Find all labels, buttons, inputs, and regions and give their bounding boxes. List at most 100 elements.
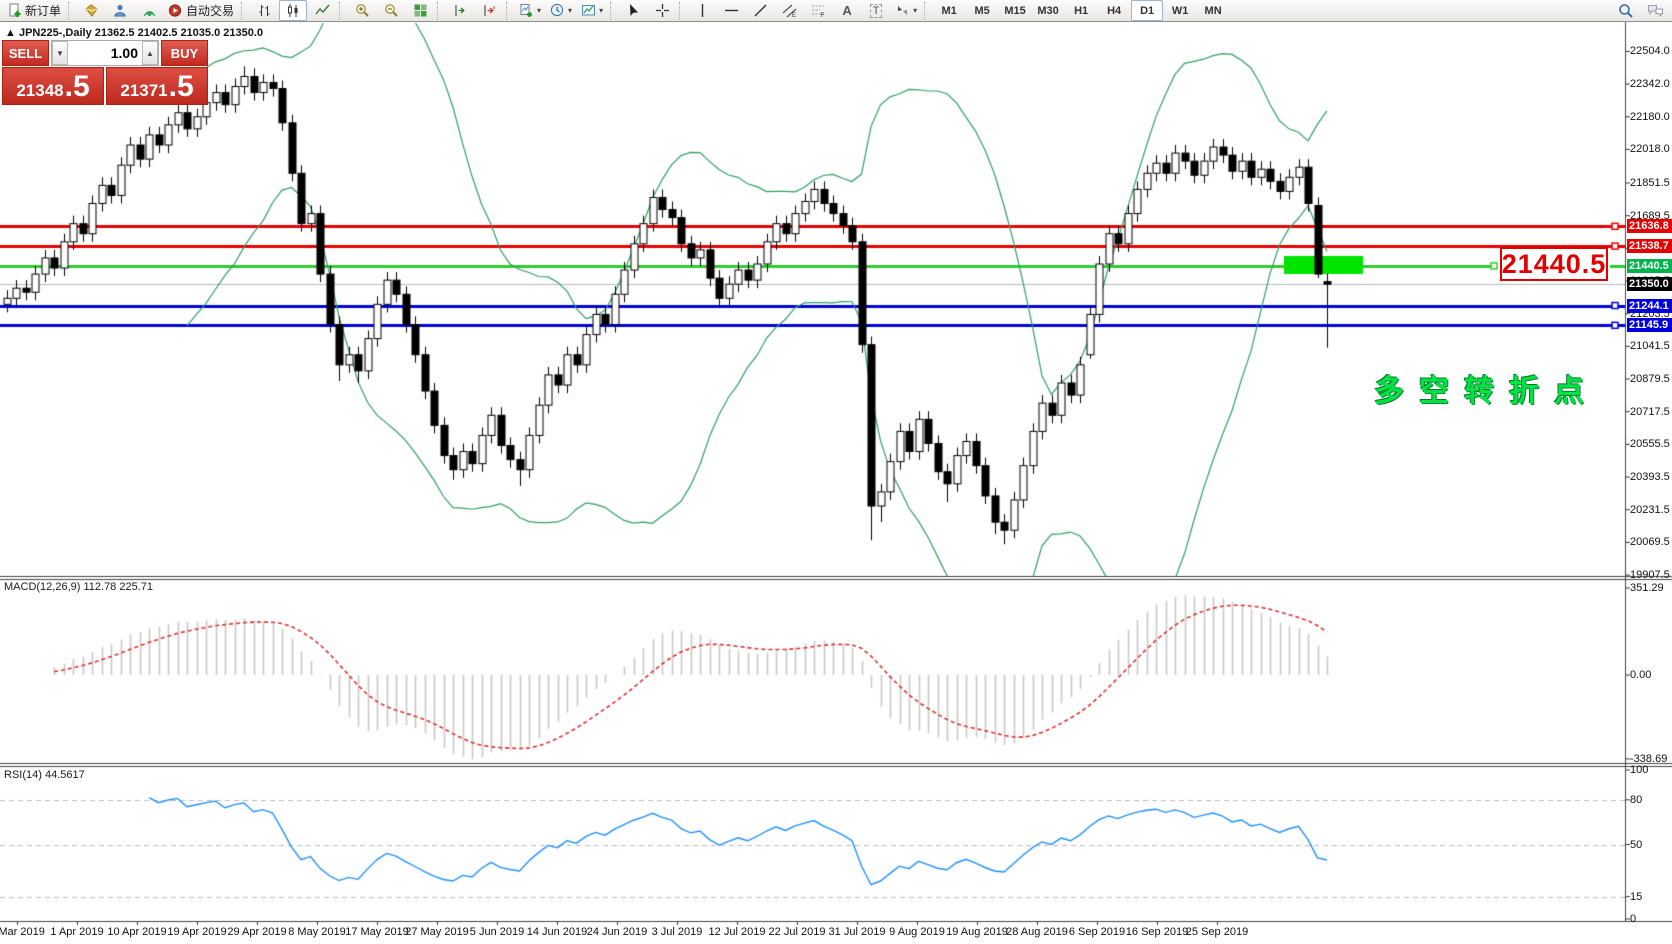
- new-order-button[interactable]: 新订单: [3, 0, 65, 21]
- sell-button[interactable]: SELL: [2, 40, 49, 66]
- price-tick-label: 20069.5: [1630, 536, 1670, 548]
- toolbar-separator: [610, 2, 616, 20]
- text-tool-icon: A: [842, 3, 851, 18]
- macd-indicator-label: MACD(12,26,9) 112.78 225.71: [4, 581, 153, 593]
- date-tick-label: 14 Jun 2019: [527, 926, 588, 938]
- templates-button[interactable]: ▾: [577, 0, 607, 21]
- timeframe-w1-button[interactable]: W1: [1164, 0, 1196, 21]
- timeframe-m1-button[interactable]: M1: [933, 0, 965, 21]
- horizontal-line-icon: [724, 3, 739, 18]
- crosshair-icon: [655, 3, 670, 18]
- date-tick-label: 3 Jul 2019: [652, 926, 703, 938]
- title-close: 21350.0: [223, 27, 263, 39]
- bar-chart-type-button[interactable]: [250, 0, 278, 21]
- date-tick-label: 19 Aug 2019: [946, 926, 1008, 938]
- level-price-chip: 21538.7: [1627, 239, 1672, 253]
- toolbar: 新订单 自动交易: [0, 0, 1672, 22]
- arrows-tool-button[interactable]: ▾: [891, 0, 921, 21]
- line-chart-type-button[interactable]: [308, 0, 336, 21]
- chat-button[interactable]: [1641, 0, 1669, 21]
- volume-decrease-button[interactable]: ▼: [52, 41, 68, 65]
- date-tick-label: 27 May 2019: [405, 926, 469, 938]
- date-tick-label: 2 Mar 2019: [0, 926, 45, 938]
- vertical-line-tool-button[interactable]: [688, 0, 716, 21]
- channel-tool-button[interactable]: E: [775, 0, 803, 21]
- zoom-in-button[interactable]: [348, 0, 376, 21]
- sell-price-frac: .5: [65, 73, 90, 101]
- turning-point-annotation: 多空转折点: [1374, 366, 1599, 410]
- symbol-ohlc-title: ▲ JPN225-,Daily 21362.5 21402.5 21035.0 …: [5, 27, 263, 39]
- rsi-tick-label: 0: [1630, 913, 1636, 925]
- price-tick-label: 20393.5: [1630, 471, 1670, 483]
- candlestick-type-button[interactable]: [279, 0, 307, 21]
- zoom-out-icon: [384, 3, 399, 18]
- buy-button[interactable]: BUY: [161, 40, 208, 66]
- level-price-chip: 21440.5: [1627, 259, 1672, 273]
- date-tick-label: 17 May 2019: [345, 926, 409, 938]
- timeframe-m15-button[interactable]: M15: [999, 0, 1031, 21]
- market-watch-button[interactable]: [77, 0, 105, 21]
- buy-price-display[interactable]: 21371 .5: [106, 67, 208, 105]
- rsi-tick-label: 80: [1630, 794, 1642, 806]
- timeframe-h4-button[interactable]: H4: [1098, 0, 1130, 21]
- search-button[interactable]: [1612, 0, 1640, 21]
- rsi-indicator-label: RSI(14) 44.5617: [4, 769, 85, 781]
- template-chart-icon: [581, 3, 596, 18]
- tile-windows-button[interactable]: [406, 0, 434, 21]
- timeframe-m5-button[interactable]: M5: [966, 0, 998, 21]
- signals-button[interactable]: [135, 0, 163, 21]
- gold-widget-icon: [84, 3, 99, 18]
- volume-input[interactable]: [68, 41, 142, 65]
- equidistant-channel-icon: E: [782, 3, 797, 18]
- timeframe-h1-button[interactable]: H1: [1065, 0, 1097, 21]
- fibonacci-tool-button[interactable]: F: [804, 0, 832, 21]
- sell-price-display[interactable]: 21348 .5: [2, 67, 104, 105]
- date-tick-label: 25 Sep 2019: [1186, 926, 1248, 938]
- community-button[interactable]: [106, 0, 134, 21]
- date-tick-label: 31 Jul 2019: [829, 926, 886, 938]
- title-low: 21035.0: [180, 27, 220, 39]
- toolbar-separator: [506, 2, 512, 20]
- search-icon: [1618, 3, 1634, 19]
- label-tool-button[interactable]: T: [862, 0, 890, 21]
- indicators-button[interactable]: ▾: [515, 0, 545, 21]
- svg-text:E: E: [792, 13, 796, 18]
- date-tick-label: 12 Jul 2019: [709, 926, 766, 938]
- clock-icon: [550, 3, 565, 18]
- toolbar-separator: [241, 2, 247, 20]
- periods-button[interactable]: ▾: [546, 0, 576, 21]
- current-price-chip: 21350.0: [1627, 277, 1672, 291]
- price-tick-label: 20879.5: [1630, 373, 1670, 385]
- toolbar-separator: [924, 2, 930, 20]
- date-tick-label: 5 Jun 2019: [470, 926, 524, 938]
- line-chart-icon: [315, 3, 330, 18]
- auto-scroll-icon: [453, 3, 468, 18]
- date-tick-label: 29 Apr 2019: [227, 926, 286, 938]
- macd-tick-label: 0.00: [1630, 669, 1651, 681]
- price-tick-label: 22342.0: [1630, 78, 1670, 90]
- trendline-tool-button[interactable]: [746, 0, 774, 21]
- level-price-chip: 21244.1: [1627, 299, 1672, 313]
- timeframe-mn-button[interactable]: MN: [1197, 0, 1229, 21]
- signal-icon: [142, 3, 157, 18]
- title-arrow-icon: ▲: [5, 27, 16, 39]
- text-tool-button[interactable]: A: [833, 0, 861, 21]
- zoom-out-button[interactable]: [377, 0, 405, 21]
- price-callout-label[interactable]: 21440.5: [1500, 247, 1608, 281]
- title-symbol: JPN225-,Daily: [19, 27, 92, 39]
- cursor-tool-button[interactable]: [619, 0, 647, 21]
- date-tick-label: 28 Aug 2019: [1006, 926, 1068, 938]
- auto-scroll-button[interactable]: [446, 0, 474, 21]
- volume-increase-button[interactable]: ▲: [142, 41, 158, 65]
- timeframe-d1-button[interactable]: D1: [1131, 0, 1163, 21]
- chart-canvas[interactable]: [0, 0, 1672, 944]
- crosshair-tool-button[interactable]: [648, 0, 676, 21]
- date-tick-label: 8 May 2019: [288, 926, 345, 938]
- date-tick-label: 6 Sep 2019: [1069, 926, 1125, 938]
- autotrading-button[interactable]: 自动交易: [164, 0, 238, 21]
- chart-shift-icon: [482, 3, 497, 18]
- timeframe-m30-button[interactable]: M30: [1032, 0, 1064, 21]
- horizontal-line-tool-button[interactable]: [717, 0, 745, 21]
- new-order-label: 新订单: [25, 2, 61, 19]
- chart-shift-button[interactable]: [475, 0, 503, 21]
